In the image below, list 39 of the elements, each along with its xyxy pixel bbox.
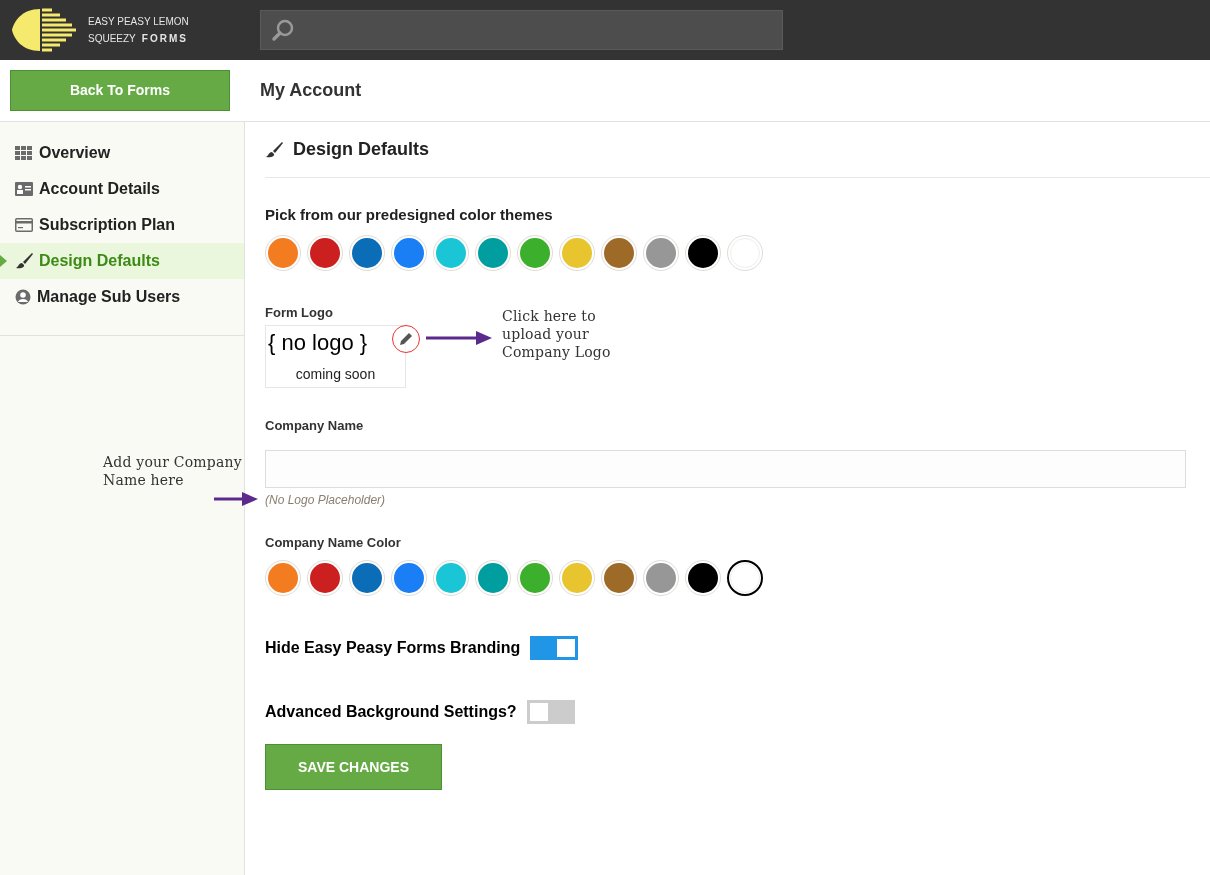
- field-label: Form Logo: [265, 303, 334, 322]
- brand-name: EASY PEASY LEMON: [88, 15, 189, 29]
- paintbrush-icon: [265, 141, 283, 158]
- lemon-logo-icon: [10, 7, 78, 53]
- sidebar-item[interactable]: Design Defaults: [0, 243, 244, 279]
- section-title: Design Defaults: [293, 138, 430, 161]
- brand-name: SQUEEZY: [88, 32, 136, 46]
- user-icon: [15, 289, 31, 305]
- brand-name: FORMS: [141, 32, 188, 46]
- toggle-switch[interactable]: [526, 700, 575, 724]
- sidebar-item[interactable]: Manage Sub Users: [0, 279, 244, 315]
- pointer-icon: [0, 255, 7, 267]
- toggle-switch[interactable]: [530, 636, 579, 660]
- pencil-icon: [400, 332, 412, 345]
- page-title: My Account: [260, 79, 362, 102]
- credit-card-icon: [15, 218, 33, 232]
- sidebar-item[interactable]: Account Details: [0, 171, 244, 207]
- logo-subtext: coming soon: [295, 365, 376, 384]
- annotation-text: Add your Company Name here: [103, 453, 243, 489]
- color-swatch[interactable]: [727, 560, 763, 596]
- id-card-icon: [15, 182, 33, 196]
- logo-text: { no logo }: [267, 329, 368, 357]
- field-label: Company Name Color: [265, 533, 402, 552]
- toggle-label: Hide Easy Peasy Forms Branding: [265, 638, 521, 658]
- company-name-field[interactable]: [265, 449, 1186, 488]
- sidebar-item[interactable]: Subscription Plan: [0, 207, 244, 243]
- annotation-text: Click here to upload your Company Logo: [502, 306, 612, 361]
- edit-logo-button[interactable]: [392, 324, 420, 353]
- paintbrush-icon: [15, 253, 33, 269]
- field-label: Company Name: [265, 417, 365, 435]
- arrow-icon: [426, 330, 492, 345]
- search-field[interactable]: [260, 10, 783, 50]
- sidebar-item[interactable]: Overview: [0, 135, 244, 171]
- field-label: Pick from our predesigned color themes: [265, 205, 554, 225]
- search-icon: [271, 18, 295, 42]
- field-hint: (No Logo Placeholder): [265, 491, 387, 509]
- arrow-icon: [214, 492, 258, 506]
- grid-icon: [15, 146, 33, 160]
- toggle-label: Advanced Background Settings?: [265, 702, 517, 722]
